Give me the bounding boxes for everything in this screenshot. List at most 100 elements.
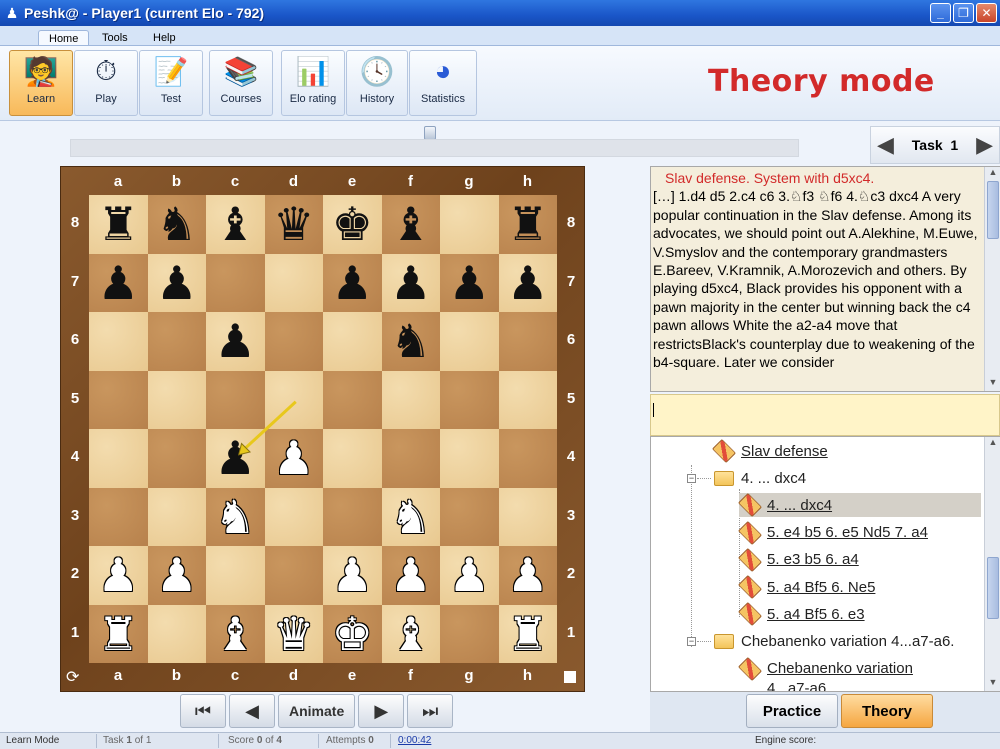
black-pawn-f7[interactable]: ♟	[390, 260, 431, 306]
square-e1[interactable]: ♚	[323, 604, 382, 663]
square-d4[interactable]: ♟	[264, 429, 323, 488]
tree-item[interactable]: 5. e4 b5 6. e5 Nd5 7. a4	[737, 520, 928, 545]
white-knight-f3[interactable]: ♞	[390, 494, 431, 540]
square-h1[interactable]: ♜	[498, 604, 557, 663]
square-e5[interactable]	[323, 370, 382, 429]
square-g1[interactable]	[440, 604, 499, 663]
square-h7[interactable]: ♟	[498, 253, 557, 312]
theory-button[interactable]: Theory	[841, 694, 933, 728]
square-e7[interactable]: ♟	[323, 253, 382, 312]
square-d7[interactable]	[264, 253, 323, 312]
square-c4[interactable]: ♟	[206, 429, 265, 488]
black-king-e8[interactable]: ♚	[332, 201, 373, 247]
white-rook-a1[interactable]: ♜	[98, 611, 139, 657]
square-a4[interactable]	[89, 429, 148, 488]
black-bishop-c8[interactable]: ♝	[215, 201, 256, 247]
black-queen-d8[interactable]: ♛	[273, 201, 314, 247]
white-pawn-g2[interactable]: ♟	[449, 552, 490, 598]
minimize-button[interactable]: _	[930, 3, 951, 23]
square-f5[interactable]	[381, 370, 440, 429]
commentary-scrollbar[interactable]: ▲ ▼	[984, 167, 1000, 391]
square-h3[interactable]	[498, 487, 557, 546]
white-king-e1[interactable]: ♚	[332, 611, 373, 657]
black-pawn-g7[interactable]: ♟	[449, 260, 490, 306]
square-d3[interactable]	[264, 487, 323, 546]
tree-item[interactable]: Slav defense	[711, 438, 828, 464]
square-a8[interactable]: ♜	[89, 195, 148, 254]
progress-track[interactable]	[70, 139, 799, 157]
tree-item[interactable]: Chebanenko variation 4...a7-a6.	[713, 629, 954, 653]
square-f4[interactable]	[381, 429, 440, 488]
scroll-down-icon[interactable]: ▼	[986, 677, 1000, 691]
square-d5[interactable]	[264, 370, 323, 429]
next-move-button[interactable]: ▶	[358, 694, 405, 728]
white-bishop-f1[interactable]: ♝	[390, 611, 431, 657]
square-a1[interactable]: ♜	[89, 604, 148, 663]
white-pawn-e2[interactable]: ♟	[332, 552, 373, 598]
black-pawn-e7[interactable]: ♟	[332, 260, 373, 306]
square-b5[interactable]	[147, 370, 206, 429]
black-pawn-h7[interactable]: ♟	[507, 260, 548, 306]
collapse-toggle-icon[interactable]: −	[687, 637, 696, 647]
black-pawn-c6[interactable]: ♟	[215, 318, 256, 364]
history-button[interactable]: 🕓 History	[346, 50, 408, 116]
white-pawn-f2[interactable]: ♟	[390, 552, 431, 598]
flip-board-icon[interactable]: ⟳	[66, 667, 79, 687]
commentary-scroll-thumb[interactable]	[987, 181, 999, 239]
square-g7[interactable]: ♟	[440, 253, 499, 312]
square-e8[interactable]: ♚	[323, 195, 382, 254]
prev-task-button[interactable]: ◀	[877, 132, 894, 158]
square-g8[interactable]	[440, 195, 499, 254]
square-g3[interactable]	[440, 487, 499, 546]
white-queen-d1[interactable]: ♛	[273, 611, 314, 657]
black-rook-a8[interactable]: ♜	[98, 201, 139, 247]
square-h2[interactable]: ♟	[498, 546, 557, 605]
next-task-button[interactable]: ▶	[976, 132, 993, 158]
white-rook-h1[interactable]: ♜	[507, 611, 548, 657]
square-c7[interactable]	[206, 253, 265, 312]
square-a7[interactable]: ♟	[89, 253, 148, 312]
white-pawn-b2[interactable]: ♟	[156, 552, 197, 598]
black-pawn-a7[interactable]: ♟	[98, 260, 139, 306]
tree-item[interactable]: 4. ... dxc4	[737, 493, 981, 518]
square-g6[interactable]	[440, 312, 499, 371]
square-b8[interactable]: ♞	[147, 195, 206, 254]
square-f3[interactable]: ♞	[381, 487, 440, 546]
square-f6[interactable]: ♞	[381, 312, 440, 371]
black-knight-b8[interactable]: ♞	[156, 201, 197, 247]
square-e2[interactable]: ♟	[323, 546, 382, 605]
square-b7[interactable]: ♟	[147, 253, 206, 312]
square-e4[interactable]	[323, 429, 382, 488]
black-rook-h8[interactable]: ♜	[507, 201, 548, 247]
white-pawn-h2[interactable]: ♟	[507, 552, 548, 598]
square-g5[interactable]	[440, 370, 499, 429]
status-timer[interactable]: 0:00:42	[398, 735, 431, 746]
white-bishop-c1[interactable]: ♝	[215, 611, 256, 657]
square-g2[interactable]: ♟	[440, 546, 499, 605]
input-area[interactable]	[650, 394, 1000, 436]
square-c3[interactable]: ♞	[206, 487, 265, 546]
square-f8[interactable]: ♝	[381, 195, 440, 254]
square-b1[interactable]	[147, 604, 206, 663]
tree-item[interactable]: 5. e3 b5 6. a4	[737, 547, 859, 572]
square-b6[interactable]	[147, 312, 206, 371]
square-h6[interactable]	[498, 312, 557, 371]
tree-scroll-thumb[interactable]	[987, 557, 999, 619]
square-e3[interactable]	[323, 487, 382, 546]
white-pawn-a2[interactable]: ♟	[98, 552, 139, 598]
square-c5[interactable]	[206, 370, 265, 429]
tree-item[interactable]: 5. a4 Bf5 6. Ne5	[737, 574, 875, 600]
square-b4[interactable]	[147, 429, 206, 488]
square-d1[interactable]: ♛	[264, 604, 323, 663]
animate-button[interactable]: Animate	[278, 694, 356, 728]
play-button[interactable]: ⏱ Play	[74, 50, 138, 116]
last-move-button[interactable]: ⏭	[407, 694, 454, 728]
square-g4[interactable]	[440, 429, 499, 488]
scroll-down-icon[interactable]: ▼	[986, 377, 1000, 391]
black-knight-f6[interactable]: ♞	[390, 318, 431, 364]
black-pawn-b7[interactable]: ♟	[156, 260, 197, 306]
collapse-toggle-icon[interactable]: −	[687, 474, 696, 484]
practice-button[interactable]: Practice	[746, 694, 838, 728]
statistics-button[interactable]: ◕ Statistics	[409, 50, 477, 116]
square-a6[interactable]	[89, 312, 148, 371]
